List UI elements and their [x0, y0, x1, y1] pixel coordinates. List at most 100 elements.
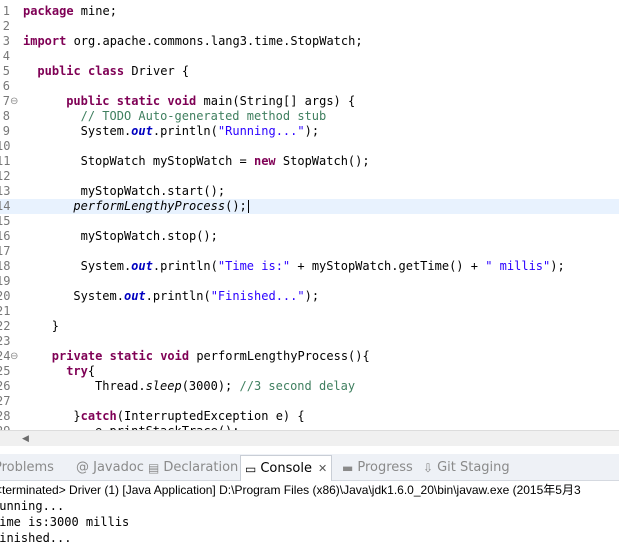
line-number: 18 [0, 259, 11, 273]
console-process-title: <terminated> Driver (1) [Java Applicatio… [0, 483, 581, 497]
close-icon[interactable]: ✕ [318, 462, 327, 475]
code-line[interactable]: 3 import org.apache.commons.lang3.time.St… [0, 34, 619, 49]
code-text: System.out.println("Running..."); [81, 124, 319, 139]
code-token: .println( [152, 259, 218, 273]
code-line[interactable]: 24⊖ private static void performLengthyPro… [0, 349, 619, 364]
line-number: 27 [0, 394, 11, 408]
code-text: public class Driver { [37, 64, 189, 79]
code-token: sleep [145, 379, 182, 393]
code-token: (); [225, 199, 247, 213]
code-line[interactable]: 5 public class Driver { [0, 64, 619, 79]
tab-label: Console [260, 461, 312, 476]
code-text: System.out.println("Time is:" + myStopWa… [81, 259, 565, 274]
code-line[interactable]: 18 System.out.println("Time is:" + myStop… [0, 259, 619, 274]
code-line[interactable]: 14 performLengthyProcess(); [0, 199, 619, 214]
code-token: new [253, 154, 276, 168]
code-token: out [131, 124, 153, 138]
code-token: System. [80, 259, 132, 273]
tab-javadoc[interactable]: @ Javadoc [76, 454, 144, 481]
tab-label: Progress [357, 460, 413, 475]
fold-toggle-icon[interactable]: ⊖ [10, 94, 18, 109]
fold-toggle-icon[interactable]: ⊖ [10, 349, 18, 364]
code-token: performLengthyProcess [73, 199, 226, 213]
code-text: public static void main(String[] args) { [66, 94, 355, 109]
panel-separator [0, 446, 619, 454]
code-text: try{ [66, 364, 95, 379]
code-line[interactable]: 11 StopWatch myStopWatch = new StopWatch(… [0, 154, 619, 169]
code-token: " millis" [485, 259, 551, 273]
code-editor[interactable]: 1 package mine; 2 3 import org.apache.common… [0, 0, 619, 430]
code-line[interactable]: 1 package mine; [0, 4, 619, 19]
code-token: StopWatch myStopWatch = [80, 154, 254, 168]
code-line[interactable]: 17 [0, 244, 619, 259]
console-output-line: Time is:3000 millis [0, 515, 130, 529]
code-text: private static void performLengthyProces… [52, 349, 370, 364]
code-text: // TODO Auto-generated method stub [81, 109, 327, 124]
code-line[interactable]: 19 [0, 274, 619, 289]
code-token: } [51, 319, 60, 333]
code-line[interactable]: 7 ⊖ public static void main(String[] args)… [0, 94, 619, 109]
line-number: 11 [0, 154, 11, 168]
horizontal-scrollbar[interactable]: ◀ [0, 430, 619, 446]
tab-label: @ Javadoc [76, 460, 144, 475]
code-line[interactable]: 26 Thread.sleep(3000); //3 second delay [0, 379, 619, 394]
code-text: performLengthyProcess(); [73, 199, 249, 214]
code-token: Driver { [124, 64, 190, 78]
code-token: public [37, 64, 81, 78]
code-line[interactable]: 28}catch(InterruptedException e) { [0, 409, 619, 424]
code-line[interactable]: 4 [0, 49, 619, 64]
code-line[interactable]: 6 [0, 79, 619, 94]
code-token: { [87, 364, 96, 378]
code-token: System. [73, 289, 124, 303]
code-token: ); [304, 124, 320, 138]
code-token: (InterruptedException e) { [116, 409, 305, 423]
code-text: } [52, 319, 59, 334]
code-token: private [51, 349, 103, 363]
console-view[interactable]: <terminated> Driver (1) [Java Applicatio… [0, 481, 619, 559]
code-line[interactable]: 10 [0, 139, 619, 154]
code-line[interactable]: 13 myStopWatch.start(); [0, 184, 619, 199]
tab-problems[interactable]: Problems [0, 454, 54, 481]
code-line[interactable]: 23 [0, 334, 619, 349]
progress-icon: ▬ [342, 460, 354, 475]
declaration-icon: ▤ [148, 460, 160, 475]
tab-progress[interactable]: ▬ Progress [342, 454, 413, 481]
line-number: 5 [2, 64, 10, 78]
line-number: 3 [2, 34, 10, 48]
code-token: class [87, 64, 125, 78]
line-number: 10 [0, 139, 11, 153]
code-line[interactable]: 12 [0, 169, 619, 184]
line-number: 8 [2, 109, 10, 123]
code-token: main(String[] args) { [196, 94, 356, 108]
tab-git-staging[interactable]: ⇩ Git Staging [423, 454, 510, 481]
code-line[interactable]: 25 try{ [0, 364, 619, 379]
code-text: package mine; [23, 4, 117, 19]
code-token: static [109, 349, 153, 363]
code-token: ); [304, 289, 320, 303]
code-token: void [167, 94, 197, 108]
code-line[interactable]: 15 [0, 214, 619, 229]
tab-declaration[interactable]: ▤ Declaration [148, 454, 238, 481]
code-token: //3 second delay [239, 379, 356, 393]
code-line[interactable]: 27 [0, 394, 619, 409]
code-line[interactable]: 2 [0, 19, 619, 34]
console-output-line: Finished... [0, 531, 72, 545]
code-line[interactable]: 9 System.out.println("Running..."); [0, 124, 619, 139]
code-token: + myStopWatch.getTime() + [290, 259, 486, 273]
code-line[interactable]: 22} [0, 319, 619, 334]
scroll-left-icon[interactable]: ◀ [22, 432, 29, 446]
code-line[interactable]: 20 System.out.println("Finished..."); [0, 289, 619, 304]
code-line[interactable]: 8 // TODO Auto-generated method stub [0, 109, 619, 124]
tab-console[interactable]: ▭ Console ✕ [240, 455, 333, 481]
code-token: "Running..." [217, 124, 305, 138]
code-token: void [160, 349, 190, 363]
line-number: 4 [2, 49, 10, 63]
line-number: 9 [2, 124, 10, 138]
code-line[interactable]: 21 [0, 304, 619, 319]
code-line[interactable]: 16 myStopWatch.stop(); [0, 229, 619, 244]
code-token: public [66, 94, 110, 108]
code-token: myStopWatch.stop(); [80, 229, 218, 243]
code-token: "Finished..." [210, 289, 305, 303]
line-number: 25 [0, 364, 11, 378]
